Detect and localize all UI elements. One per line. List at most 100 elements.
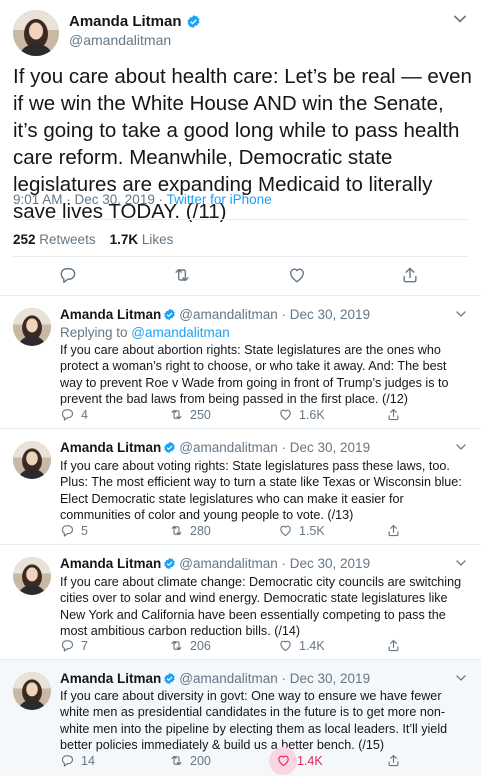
avatar[interactable] [13, 557, 51, 595]
reply-tweet[interactable]: Amanda Litman @amandalitman · Dec 30, 201… [0, 545, 481, 660]
reply-icon[interactable] [58, 265, 78, 285]
like-action[interactable]: 1.6K [278, 407, 325, 422]
reply-tweet[interactable]: Amanda Litman @amandalitman · Dec 30, 201… [0, 660, 481, 776]
likes-label: Likes [141, 232, 174, 247]
verified-badge-icon [164, 308, 175, 321]
retweet-icon [171, 525, 182, 536]
verified-badge-icon [187, 14, 200, 29]
likes-stat[interactable]: 1.7K Likes [110, 232, 174, 247]
retweet-action[interactable]: 200 [169, 753, 211, 768]
reply-icon [61, 640, 74, 652]
chevron-down-icon[interactable] [455, 310, 467, 318]
tweet-meta: 9:01 AM · Dec 30, 2019 · Twitter for iPh… [13, 192, 272, 207]
reply-header: Amanda Litman @amandalitman · Dec 30, 201… [60, 440, 370, 455]
retweet-count: 280 [190, 523, 211, 538]
author-handle-date[interactable]: @amandalitman · Dec 30, 2019 [179, 440, 370, 455]
author-handle-date[interactable]: @amandalitman · Dec 30, 2019 [179, 556, 370, 571]
divider [13, 256, 468, 257]
author-name-text: Amanda Litman [69, 13, 182, 30]
like-action[interactable]: 1.4K [278, 638, 325, 653]
share-icon [388, 524, 399, 537]
verified-badge-icon [164, 672, 175, 685]
like-action[interactable]: 1.5K [278, 523, 325, 538]
tweet-text: If you care about climate change: Democr… [60, 575, 462, 639]
avatar[interactable] [13, 441, 51, 479]
likes-count: 1.7K [109, 232, 139, 247]
retweets-label: Retweets [39, 232, 96, 247]
author-name[interactable]: Amanda Litman [60, 671, 161, 686]
reply-icon [61, 755, 74, 767]
retweets-stat[interactable]: 252 Retweets [13, 232, 96, 247]
like-count: 1.6K [299, 407, 325, 422]
divider [13, 219, 468, 220]
chevron-down-icon[interactable] [453, 14, 467, 24]
chevron-down-icon[interactable] [455, 443, 467, 451]
like-count: 1.4K [297, 753, 323, 768]
avatar[interactable] [13, 10, 59, 56]
reply-tweet[interactable]: Amanda Litman @amandalitman · Dec 30, 201… [0, 429, 481, 545]
author-handle[interactable]: @amandalitman [69, 32, 171, 48]
retweet-count: 200 [190, 753, 211, 768]
reply-action[interactable]: 14 [60, 753, 95, 768]
retweets-count: 252 [13, 232, 36, 247]
heart-icon [280, 409, 291, 421]
reply-tweet[interactable]: Amanda Litman @amandalitman · Dec 30, 201… [0, 296, 481, 429]
retweet-action[interactable]: 280 [169, 523, 211, 538]
share-action[interactable] [386, 753, 401, 768]
share-action[interactable] [386, 638, 401, 653]
reply-header: Amanda Litman @amandalitman · Dec 30, 201… [60, 307, 370, 322]
avatar[interactable] [13, 672, 51, 710]
replying-to-handle[interactable]: @amandalitman [131, 325, 230, 340]
heart-icon[interactable] [287, 265, 307, 285]
tweet-stats: 252 Retweets 1.7K Likes [13, 232, 173, 247]
author-name[interactable]: Amanda Litman [69, 13, 201, 30]
retweet-icon[interactable] [172, 265, 192, 285]
reply-icon [61, 525, 74, 537]
like-count: 1.4K [299, 638, 325, 653]
retweet-count: 206 [190, 638, 211, 653]
reply-actions: 7 206 1.4K [60, 638, 470, 656]
author-handle-date[interactable]: @amandalitman · Dec 30, 2019 [179, 671, 370, 686]
reply-icon [61, 409, 74, 421]
tweet-source[interactable]: Twitter for iPhone [167, 192, 272, 207]
reply-count: 7 [81, 638, 88, 653]
reply-header: Amanda Litman @amandalitman · Dec 30, 201… [60, 671, 370, 686]
chevron-down-icon[interactable] [455, 559, 467, 567]
reply-header: Amanda Litman @amandalitman · Dec 30, 201… [60, 556, 370, 571]
author-handle-date[interactable]: @amandalitman · Dec 30, 2019 [179, 307, 370, 322]
retweet-action[interactable]: 250 [169, 407, 211, 422]
reply-action[interactable]: 5 [60, 523, 88, 538]
heart-icon [280, 525, 291, 537]
tweet-time[interactable]: 9:01 AM · Dec 30, 2019 · [13, 192, 167, 207]
share-icon [388, 639, 399, 652]
reply-action[interactable]: 7 [60, 638, 88, 653]
reply-count: 5 [81, 523, 88, 538]
share-icon [388, 408, 399, 421]
replying-prefix: Replying to [60, 325, 132, 340]
tweet-text: If you care about diversity in govt: One… [60, 689, 448, 753]
verified-badge-icon [164, 557, 175, 570]
replying-to: Replying to @amandalitman [60, 325, 230, 340]
reply-action[interactable]: 4 [60, 407, 88, 422]
retweet-count: 250 [190, 407, 211, 422]
author-name[interactable]: Amanda Litman [60, 307, 161, 322]
tweet-text: If you care about abortion rights: State… [60, 343, 449, 407]
share-icon[interactable] [400, 265, 420, 285]
avatar[interactable] [13, 308, 51, 346]
reply-actions: 14 200 1.4K [60, 753, 470, 771]
share-icon [388, 754, 399, 767]
share-action[interactable] [386, 523, 401, 538]
retweet-action[interactable]: 206 [169, 638, 211, 653]
author-name[interactable]: Amanda Litman [60, 440, 161, 455]
heart-icon [280, 640, 291, 652]
retweet-icon [171, 755, 182, 766]
share-action[interactable] [386, 407, 401, 422]
author-name[interactable]: Amanda Litman [60, 556, 161, 571]
retweet-icon [171, 409, 182, 420]
like-count: 1.5K [299, 523, 325, 538]
verified-badge-icon [164, 441, 175, 454]
chevron-down-icon[interactable] [455, 674, 467, 682]
retweet-icon [171, 640, 182, 651]
like-action[interactable]: 1.4K [276, 753, 323, 768]
heart-icon [278, 755, 289, 767]
